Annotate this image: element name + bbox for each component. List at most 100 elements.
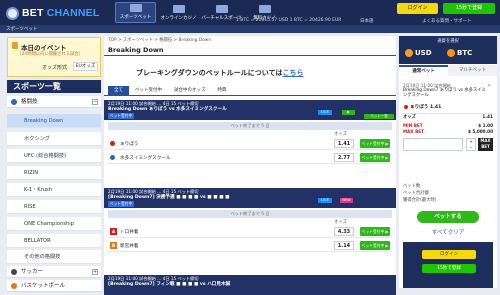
match-header[interactable]: 2月19日 11:00 試合開始 … 4日 15 ベット締切 [Breaking… xyxy=(104,275,396,295)
min-bet-label: MIN BET xyxy=(403,123,423,128)
divider xyxy=(104,55,396,56)
red-corner-icon: A xyxy=(110,228,117,235)
filter-tab-open[interactable]: ベット受付中 xyxy=(129,86,168,95)
max-bet-button[interactable]: MAX BET xyxy=(478,138,493,151)
slip-match: Breaking Down7 ぁりぼう vs 水多スイミングスクール xyxy=(403,88,486,98)
expand-icon[interactable]: + xyxy=(92,269,98,275)
selection-name: ｒ口井着 xyxy=(120,230,139,235)
bet-total-label: ベット合計額 xyxy=(403,191,429,196)
header-signup-button[interactable]: 15秒で登録 xyxy=(443,3,495,14)
category-soccer[interactable]: サッカー + xyxy=(7,266,101,278)
breadcrumb[interactable]: TOP > スポーツベット > 格闘技 > Breaking Down xyxy=(108,37,211,43)
match-header[interactable]: 2月19日 11:00 試合開始 … 4日 15 ベット締切 [Breaking… xyxy=(104,188,396,208)
sidebar-item-rise[interactable]: RISE xyxy=(7,200,101,214)
tab-multi-bet[interactable]: マルチベット xyxy=(448,65,497,76)
odds-format-select[interactable]: EUオッズ xyxy=(73,62,98,71)
max-bet-label: MAX BET xyxy=(403,129,425,134)
sidebar-login-button[interactable]: ログイン xyxy=(422,250,476,259)
logo-icon xyxy=(6,6,19,20)
selection-name: 新宮井着 xyxy=(120,244,139,249)
btc-coin-icon[interactable] xyxy=(447,49,455,57)
place-bet-button[interactable]: ベットする xyxy=(417,211,479,223)
odds-format-label: オッズ形式 xyxy=(42,65,68,71)
bet-rules-link[interactable]: こちら xyxy=(282,69,303,77)
brand-logo[interactable]: BET CHANNEL xyxy=(6,5,99,21)
odds-value[interactable]: 4.33 xyxy=(334,227,354,236)
bet-button[interactable]: ベット受付中 ▶ xyxy=(360,139,390,148)
bet-button[interactable]: ベット受付中 ▶ xyxy=(360,227,390,236)
odds-value[interactable]: 1.41 xyxy=(334,139,354,148)
selection-row[interactable]: ぁりぼう 1.41 ベット受付中 ▶ xyxy=(108,137,392,150)
tab-sportsbet[interactable]: スポーツベット xyxy=(115,2,156,23)
filter-tab-special[interactable]: 特典 xyxy=(212,86,233,95)
login-promo: ログイン 15秒で登録 xyxy=(403,242,493,288)
event-subtitle: (24時間以内に開催される試合) xyxy=(20,52,81,57)
slip-odds-value: 1.41 xyxy=(482,115,493,120)
tab-online-casino[interactable]: オンラインカジノ xyxy=(158,2,199,23)
virtual-icon xyxy=(215,5,228,13)
min-bet-row: MIN BET $ 1.00 xyxy=(403,123,493,128)
orange-corner-icon: B xyxy=(110,242,117,249)
sidebar-item-boxing[interactable]: ボクシング xyxy=(7,132,101,146)
filter-tab-inplay[interactable]: 試合中のオッズ xyxy=(168,86,212,95)
soccer-ball-icon xyxy=(11,269,17,275)
match-title: [Breaking Down7] フィン戦 ■ ■ ■ ■ vs ハ口見木誠 xyxy=(108,282,231,287)
bet-countdown: ベット終了まで 5 日 xyxy=(108,122,392,130)
match-status-badge: ベット受付中 xyxy=(108,201,134,207)
selection-row[interactable]: A ｒ口井着 4.33 ベット受付中 ▶ xyxy=(108,225,392,238)
language-selector[interactable]: 日本語 xyxy=(360,18,374,24)
currency-usd[interactable]: USD xyxy=(415,49,432,57)
slip-odds-label: オッズ xyxy=(403,115,416,120)
selection-row[interactable]: 水多スイミングスクール 2.77 ベット受付中 ▶ xyxy=(108,151,392,164)
minus-icon[interactable]: − xyxy=(467,145,475,151)
sidebar-item-k1[interactable]: K-1・Krush xyxy=(7,183,101,197)
sidebar-item-bellator[interactable]: BELLATOR xyxy=(7,234,101,248)
bet-button[interactable]: ベット受付中 ▶ xyxy=(360,153,390,162)
filter-tabs: 全て ベット受付中 試合中のオッズ 特典 xyxy=(108,86,233,95)
tab-label: オンラインカジノ xyxy=(160,16,197,21)
currency-title: 通貨を選択 xyxy=(437,39,459,44)
stake-input[interactable] xyxy=(403,138,463,151)
currency-btc[interactable]: BTC xyxy=(457,49,472,57)
bet-rules-notice: ブレーキングダウンのベットルールについてはこちら xyxy=(136,68,303,78)
sidebar-item-one[interactable]: ONE Championship xyxy=(7,217,101,231)
usd-coin-icon[interactable] xyxy=(405,49,413,57)
live-badge: LIVE xyxy=(318,110,332,115)
blue-corner-icon xyxy=(110,155,115,160)
sidebar-item-rizin[interactable]: RIZIN xyxy=(7,166,101,180)
filter-tab-all[interactable]: 全て xyxy=(108,86,129,95)
category-label: バスケットボール xyxy=(21,283,66,289)
bet-button[interactable]: ベット受付中 ▶ xyxy=(360,241,390,250)
stream-badge: ▶ xyxy=(342,110,355,115)
help-link[interactable]: よくある質問・サポート xyxy=(422,18,472,24)
bet-list-button[interactable]: ベット一覧 xyxy=(364,114,394,119)
stake-stepper[interactable]: + − xyxy=(466,138,476,151)
bet-count-label: ベット数 xyxy=(403,184,421,189)
selection-row[interactable]: B 新宮井着 1.14 ベット受付中 ▶ xyxy=(108,239,392,252)
sidebar-item-ufc[interactable]: UFC (総合格闘技) xyxy=(7,149,101,163)
sidebar-item-other[interactable]: その他の格闘技 xyxy=(7,250,101,264)
selection-name: 水多スイミングスクール xyxy=(120,156,171,161)
notice-text: ブレーキングダウンのベットルールについては xyxy=(136,69,283,77)
free-casino-icon xyxy=(258,5,271,13)
header-login-button[interactable]: ログイン xyxy=(397,3,438,14)
section-label: スポーツベット xyxy=(6,27,38,32)
todays-event-box[interactable]: 本日のイベント (24時間以内に開催される試合) オッズ形式 EUオッズ xyxy=(7,37,101,77)
exchange-rates: 1 BTC = 21815.57 USD 1 BTC = 20426.90 EU… xyxy=(236,18,342,23)
match-status-badge: ベット受付中 xyxy=(108,113,134,119)
clear-all-button[interactable]: すべてクリア xyxy=(403,228,493,238)
collapse-icon[interactable]: − xyxy=(92,99,98,105)
odds-value[interactable]: 2.77 xyxy=(334,153,354,162)
selection-name: ぁりぼう xyxy=(120,142,139,147)
tab-single-bet[interactable]: 通常ベット xyxy=(399,65,448,76)
slip-pick: ぁりぼう 1.41 xyxy=(410,105,442,110)
category-basketball[interactable]: バスケットボール xyxy=(7,280,101,292)
calendar-icon xyxy=(12,42,18,49)
match-header[interactable]: 2月19日 11:00 試合開始 … 4日 15 ベット締切 Breaking … xyxy=(104,100,396,120)
odds-value[interactable]: 1.14 xyxy=(334,241,354,250)
sidebar-signup-button[interactable]: 15秒で登録 xyxy=(422,264,476,273)
category-martial-arts[interactable]: 格闘技 − xyxy=(7,96,101,108)
max-bet-value: $ 5,000.00 xyxy=(467,129,493,134)
divider xyxy=(104,95,396,96)
sidebar-item-breaking-down[interactable]: Breaking Down xyxy=(7,114,101,128)
